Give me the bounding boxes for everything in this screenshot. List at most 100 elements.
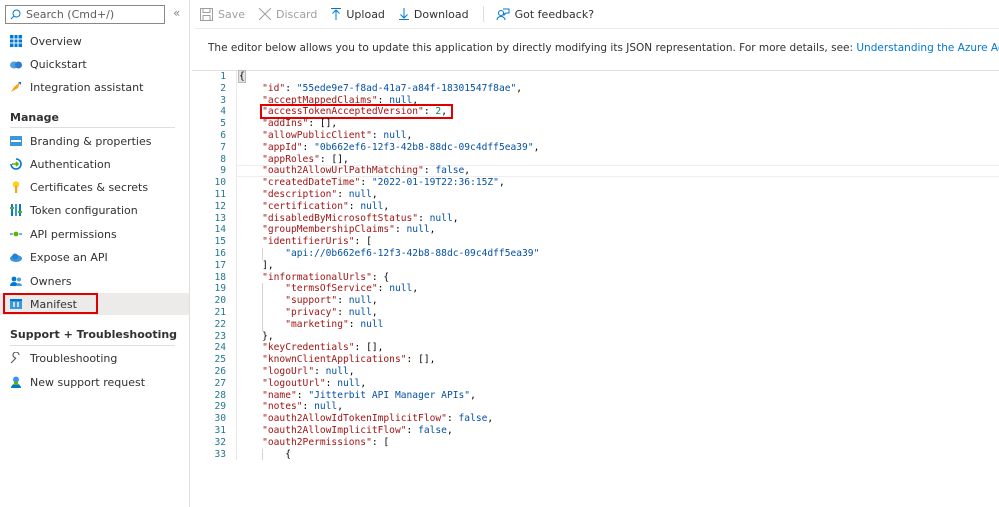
code-line[interactable]: "keyCredentials": [],	[237, 342, 999, 354]
feedback-button[interactable]: Got feedback?	[496, 8, 594, 21]
indent-guide	[262, 283, 263, 296]
line-content: "oauth2Permissions": [	[262, 437, 389, 448]
discard-button[interactable]: Discard	[259, 8, 317, 21]
code-line[interactable]: "oauth2AllowImplicitFlow": false,	[237, 425, 999, 437]
sidebar-item-quickstart[interactable]: Quickstart	[0, 53, 189, 75]
token: "oauth2AllowIdTokenImplicitFlow"	[262, 413, 447, 425]
code-line[interactable]: "certification": null,	[237, 201, 999, 213]
indent-guide	[262, 247, 263, 260]
sidebar-item-label: Certificates & secrets	[30, 180, 149, 194]
code-line[interactable]: "groupMembershipClaims": null,	[237, 224, 999, 236]
line-number: 33	[214, 448, 226, 460]
token: ],	[262, 259, 274, 271]
code-line[interactable]: "support": null,	[237, 295, 999, 307]
token: :	[285, 82, 297, 94]
code-line[interactable]: "oauth2AllowIdTokenImplicitFlow": false,	[237, 413, 999, 425]
code-line[interactable]: {	[237, 70, 999, 83]
code-line[interactable]: "id": "55ede9e7-f8ad-41a7-a84f-18301547f…	[237, 83, 999, 95]
line-number: 23	[214, 330, 226, 342]
line-content: "oauth2AllowImplicitFlow": false,	[262, 425, 453, 436]
upload-button[interactable]: Upload	[331, 8, 385, 21]
code-line[interactable]: "knownClientApplications": [],	[237, 354, 999, 366]
code-line[interactable]: "oauth2Permissions": [	[237, 437, 999, 449]
code-line[interactable]: },	[237, 331, 999, 343]
sidebar-item-overview[interactable]: Overview	[0, 30, 189, 52]
indent-guide	[262, 318, 263, 331]
token: "logoUrl"	[262, 365, 315, 377]
code-line[interactable]: "termsOfService": null,	[237, 283, 999, 296]
code-line[interactable]: {	[237, 448, 999, 461]
sidebar-item-authentication[interactable]: Authentication	[0, 153, 189, 175]
code-line[interactable]: "description": null,	[237, 189, 999, 201]
code-line[interactable]: "appId": "0b662ef6-12f3-42b8-88dc-09c4df…	[237, 142, 999, 154]
line-number: 10	[214, 177, 226, 189]
toolbar-divider-line	[195, 28, 999, 29]
line-number: 4	[220, 106, 226, 118]
sidebar-item-token-configuration[interactable]: Token configuration	[0, 199, 189, 221]
download-button[interactable]: Download	[398, 8, 469, 21]
line-content: "identifierUris": [	[262, 236, 372, 247]
token: null	[429, 212, 453, 224]
sidebar-item-certificates[interactable]: Certificates & secrets	[0, 176, 189, 198]
line-number: 20	[214, 295, 226, 307]
line-number: 13	[214, 212, 226, 224]
sidebar-item-troubleshooting[interactable]: Troubleshooting	[0, 347, 189, 369]
token: "name"	[262, 389, 297, 401]
token: "groupMembershipClaims"	[262, 224, 395, 236]
code-line[interactable]: "logoutUrl": null,	[237, 378, 999, 390]
code-line[interactable]: "acceptMappedClaims": null,	[237, 95, 999, 107]
manifest-docs-link[interactable]: Understanding the Azure Active Directory…	[856, 42, 999, 54]
code-line[interactable]: "marketing": null	[237, 318, 999, 331]
token: "api://0b662ef6-12f3-42b8-88dc-09c4dff5e…	[285, 247, 540, 259]
sidebar-item-label: Owners	[30, 274, 72, 288]
token: "description"	[262, 188, 338, 200]
token: "informationalUrls"	[262, 271, 372, 283]
code-line[interactable]: "addIns": [],	[237, 118, 999, 130]
save-icon	[200, 7, 213, 21]
sidebar-item-expose-api[interactable]: Expose an API	[0, 246, 189, 268]
code-line[interactable]: "privacy": null,	[237, 306, 999, 319]
token: null	[406, 224, 430, 236]
token: : [],	[319, 153, 349, 165]
code-line[interactable]: "informationalUrls": {	[237, 272, 999, 284]
json-editor[interactable]: 1 2 3 4 5 6 7 8 9 10 11 12 13 14 15 16 17 18 19 20 21 22 23 24 2…	[192, 70, 999, 507]
code-line[interactable]: "allowPublicClient": null,	[237, 130, 999, 142]
sidebar-item-api-permissions[interactable]: API permissions	[0, 223, 189, 245]
code-line[interactable]: "api://0b662ef6-12f3-42b8-88dc-09c4dff5e…	[237, 247, 999, 260]
sidebar-item-new-support-request[interactable]: New support request	[0, 371, 189, 393]
line-content: "oauth2AllowIdTokenImplicitFlow": false,	[262, 413, 493, 424]
code-line[interactable]: "logoUrl": null,	[237, 366, 999, 378]
search-input[interactable]: Search (Cmd+/)	[5, 5, 165, 24]
token: :	[423, 165, 436, 177]
token: "2022-01-19T22:36:15Z"	[371, 177, 499, 189]
token: :	[406, 424, 419, 436]
code-line[interactable]: "notes": null,	[237, 401, 999, 413]
code-line[interactable]: "disabledByMicrosoftStatus": null,	[237, 213, 999, 225]
save-button[interactable]: Save	[200, 7, 245, 21]
collapse-sidebar-icon[interactable]: «	[173, 6, 180, 20]
line-content: {	[238, 70, 246, 83]
line-content: "support": null,	[285, 295, 377, 306]
code-line[interactable]: "identifierUris": [	[237, 236, 999, 248]
code-line[interactable]: ],	[237, 260, 999, 272]
token: null	[389, 94, 413, 106]
support-person-icon	[10, 376, 22, 388]
code-line[interactable]: "accessTokenAcceptedVersion": 2,	[237, 104, 999, 120]
sidebar-item-integration-assistant[interactable]: Integration assistant	[0, 76, 189, 98]
indent-guide	[262, 448, 263, 461]
code-line[interactable]: "name": "Jitterbit API Manager APIs",	[237, 390, 999, 402]
sidebar-item-owners[interactable]: Owners	[0, 270, 189, 292]
line-content: "api://0b662ef6-12f3-42b8-88dc-09c4dff5e…	[285, 248, 539, 259]
sidebar-item-branding[interactable]: Branding & properties	[0, 130, 189, 152]
code-area[interactable]: { "id": "55ede9e7-f8ad-41a7-a84f-1830154…	[236, 70, 999, 461]
close-icon	[259, 8, 272, 20]
line-number: 5	[220, 118, 226, 130]
sidebar: Search (Cmd+/) « Overview Quickstart Int…	[0, 0, 190, 507]
code-line[interactable]: "appRoles": [],	[237, 154, 999, 166]
token: :	[377, 94, 390, 106]
code-line[interactable]: "oauth2AllowUrlPathMatching": false,	[237, 165, 999, 178]
code-line[interactable]: "createdDateTime": "2022-01-19T22:36:15Z…	[237, 177, 999, 189]
